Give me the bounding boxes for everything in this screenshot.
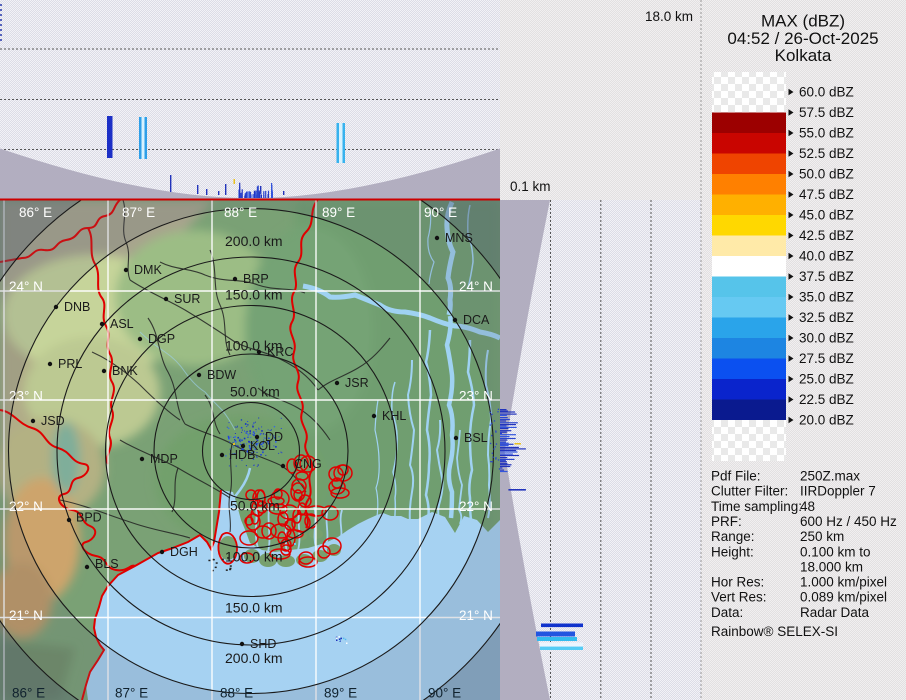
svg-text:37.5 dBZ: 37.5 dBZ [799, 269, 854, 284]
svg-text:SHD: SHD [250, 637, 276, 651]
svg-text:250Z.max: 250Z.max [800, 469, 860, 484]
svg-text:0.1 km: 0.1 km [510, 179, 551, 194]
svg-text:200.0 km: 200.0 km [225, 650, 283, 666]
svg-text:200.0 km: 200.0 km [225, 233, 283, 249]
svg-text:32.5 dBZ: 32.5 dBZ [799, 310, 854, 325]
svg-text:52.5 dBZ: 52.5 dBZ [799, 146, 854, 161]
svg-text:50.0 dBZ: 50.0 dBZ [799, 167, 854, 182]
svg-text:ASL: ASL [110, 317, 134, 331]
svg-text:89° E: 89° E [324, 686, 357, 700]
svg-text:21° N: 21° N [459, 608, 493, 623]
svg-text:BLS: BLS [95, 557, 119, 571]
svg-text:24° N: 24° N [459, 279, 493, 294]
svg-text:250 km: 250 km [800, 529, 844, 544]
svg-text:22.5 dBZ: 22.5 dBZ [799, 392, 854, 407]
svg-text:Radar Data: Radar Data [800, 605, 870, 620]
svg-text:89° E: 89° E [322, 205, 355, 220]
svg-text:DNB: DNB [64, 300, 90, 314]
svg-text:MAX (dBZ): MAX (dBZ) [761, 12, 845, 31]
svg-text:DGH: DGH [170, 545, 198, 559]
svg-text:Rainbow® SELEX-SI: Rainbow® SELEX-SI [711, 624, 838, 639]
svg-text:50.0 km: 50.0 km [230, 498, 280, 514]
svg-text:47.5 dBZ: 47.5 dBZ [799, 187, 854, 202]
svg-text:25.0 dBZ: 25.0 dBZ [799, 372, 854, 387]
svg-text:KHL: KHL [382, 409, 406, 423]
svg-text:24° N: 24° N [9, 279, 43, 294]
svg-text:KRC: KRC [267, 345, 293, 359]
svg-text:0.100 km to: 0.100 km to [800, 544, 871, 559]
svg-text:MNS: MNS [445, 231, 473, 245]
svg-text:HDB: HDB [229, 448, 255, 462]
svg-text:IIRDoppler 7: IIRDoppler 7 [800, 484, 876, 499]
svg-text:90° E: 90° E [424, 205, 457, 220]
svg-text:87° E: 87° E [122, 205, 155, 220]
svg-text:27.5 dBZ: 27.5 dBZ [799, 351, 854, 366]
svg-text:22° N: 22° N [9, 499, 43, 514]
svg-text:60.0 dBZ: 60.0 dBZ [799, 85, 854, 100]
svg-text:BSL: BSL [464, 431, 488, 445]
svg-text:600 Hz / 450 Hz: 600 Hz / 450 Hz [800, 514, 897, 529]
svg-text:45.0 dBZ: 45.0 dBZ [799, 208, 854, 223]
svg-text:57.5 dBZ: 57.5 dBZ [799, 105, 854, 120]
svg-text:18.0 km: 18.0 km [645, 9, 693, 24]
svg-text:88° E: 88° E [220, 686, 253, 700]
svg-text:150.0 km: 150.0 km [225, 600, 283, 616]
svg-text:23° N: 23° N [9, 389, 43, 404]
svg-text:42.5 dBZ: 42.5 dBZ [799, 228, 854, 243]
svg-text:Kolkata: Kolkata [775, 46, 832, 65]
svg-text:CNG: CNG [294, 457, 322, 471]
svg-text:150.0 km: 150.0 km [225, 287, 283, 303]
svg-text:90° E: 90° E [428, 686, 461, 700]
svg-text:PRL: PRL [58, 357, 82, 371]
svg-text:22° N: 22° N [459, 499, 493, 514]
svg-text:Time sampling:: Time sampling: [711, 499, 802, 514]
svg-text:18.000 km: 18.000 km [800, 559, 863, 574]
svg-text:21° N: 21° N [9, 608, 43, 623]
svg-text:MDP: MDP [150, 452, 178, 466]
svg-text:BNK: BNK [112, 364, 138, 378]
svg-text:0.089 km/pixel: 0.089 km/pixel [800, 590, 887, 605]
svg-text:Hor Res:: Hor Res: [711, 575, 764, 590]
svg-text:87° E: 87° E [115, 686, 148, 700]
svg-text:86° E: 86° E [12, 686, 45, 700]
svg-text:PRF:: PRF: [711, 514, 742, 529]
svg-text:JSD: JSD [41, 414, 65, 428]
svg-text:35.0 dBZ: 35.0 dBZ [799, 290, 854, 305]
svg-text:Range:: Range: [711, 529, 755, 544]
svg-text:Clutter Filter:: Clutter Filter: [711, 484, 788, 499]
svg-text:Data:: Data: [711, 605, 743, 620]
svg-text:DMK: DMK [134, 263, 162, 277]
svg-text:55.0 dBZ: 55.0 dBZ [799, 126, 854, 141]
svg-text:20.0 dBZ: 20.0 dBZ [799, 413, 854, 428]
svg-text:Pdf File:: Pdf File: [711, 469, 761, 484]
svg-text:Height:: Height: [711, 544, 754, 559]
svg-text:30.0 dBZ: 30.0 dBZ [799, 331, 854, 346]
svg-text:JSR: JSR [345, 376, 369, 390]
svg-text:DGP: DGP [148, 332, 175, 346]
svg-text:23° N: 23° N [459, 389, 493, 404]
svg-text:Vert Res:: Vert Res: [711, 590, 767, 605]
svg-text:SUR: SUR [174, 292, 200, 306]
svg-text:100.0 km: 100.0 km [225, 549, 283, 565]
svg-text:1.000 km/pixel: 1.000 km/pixel [800, 575, 887, 590]
svg-text:40.0 dBZ: 40.0 dBZ [799, 249, 854, 264]
svg-text:BDW: BDW [207, 368, 236, 382]
svg-text:48: 48 [800, 499, 815, 514]
svg-text:50.0 km: 50.0 km [230, 384, 280, 400]
svg-text:86° E: 86° E [19, 205, 52, 220]
svg-text:DCA: DCA [463, 313, 490, 327]
svg-text:BPD: BPD [76, 511, 102, 525]
svg-text:88° E: 88° E [224, 205, 257, 220]
svg-text:BRP: BRP [243, 272, 269, 286]
